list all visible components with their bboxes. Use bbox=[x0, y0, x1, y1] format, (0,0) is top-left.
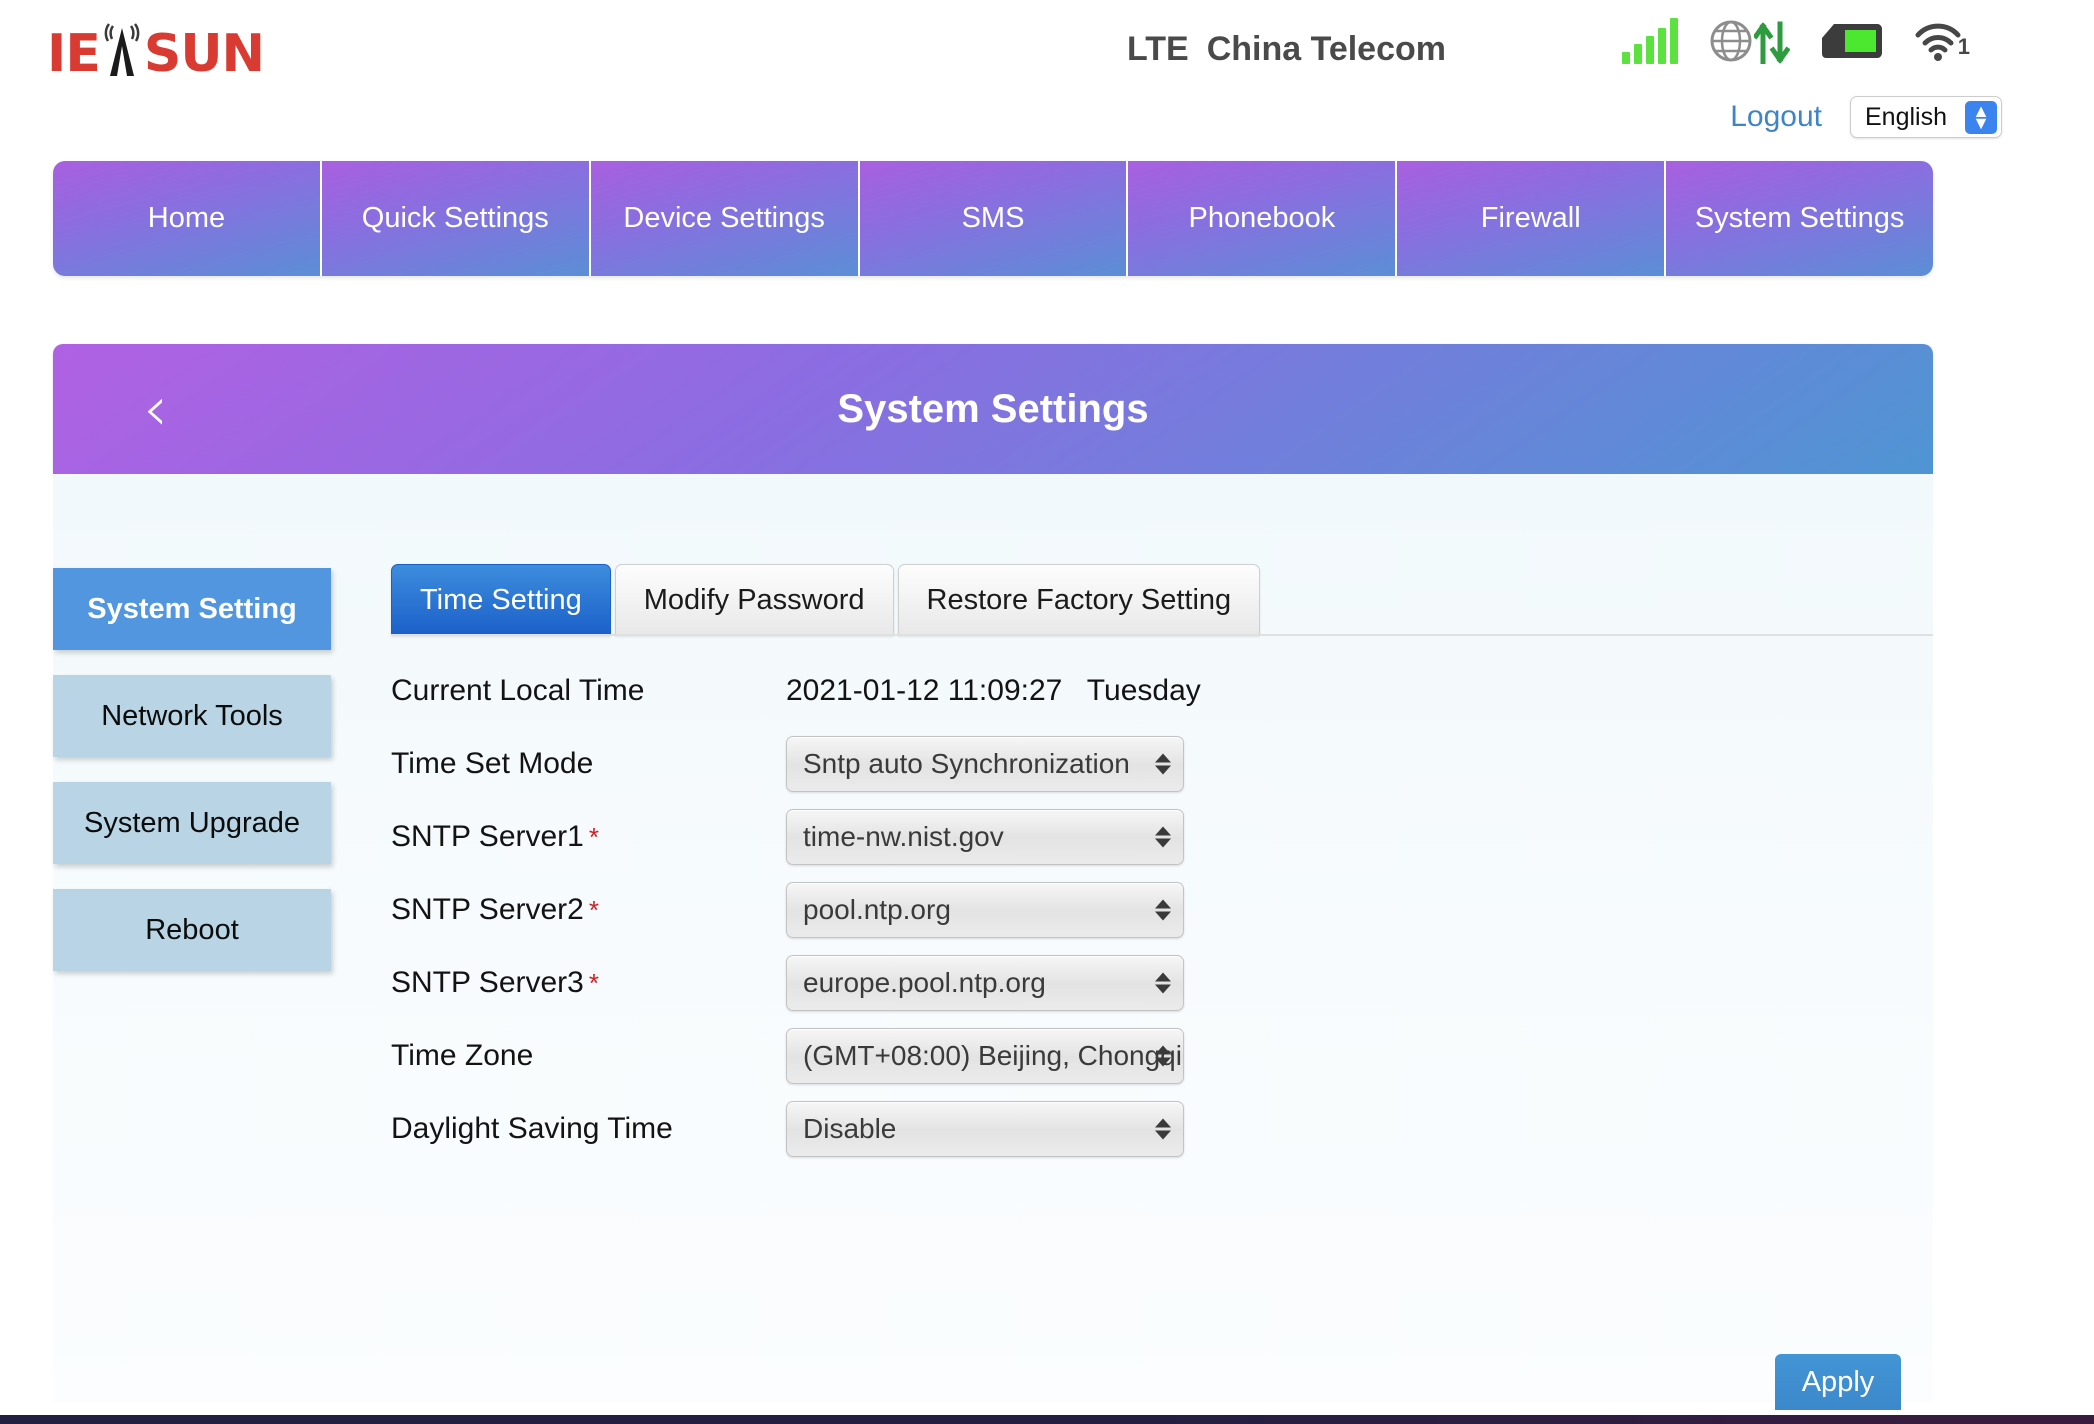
label-daylight-saving-time: Daylight Saving Time bbox=[391, 1111, 673, 1145]
label-sntp-server2: SNTP Server2 * bbox=[391, 893, 786, 927]
chevron-updown-icon bbox=[1155, 899, 1171, 920]
top-status-bar: IE SUN LTE China Telecom 1 Logout Englis… bbox=[0, 0, 2094, 148]
nav-item-firewall[interactable]: Firewall bbox=[1397, 161, 1667, 276]
time-zone-value: (GMT+08:00) Beijing, Chongqing bbox=[803, 1039, 1184, 1071]
chevron-updown-icon bbox=[1155, 1045, 1171, 1066]
nav-item-system-settings[interactable]: System Settings bbox=[1666, 161, 1933, 276]
tab-time-setting[interactable]: Time Setting bbox=[391, 564, 611, 636]
label-sntp-server1-text: SNTP Server1 bbox=[391, 819, 584, 853]
window-bottom-bar bbox=[0, 1415, 2094, 1424]
time-setting-form: Current Local Time 2021-01-12 11:09:27 T… bbox=[391, 654, 1891, 1165]
form-row-sntp-server1: SNTP Server1 * time-nw.nist.gov bbox=[391, 800, 1891, 873]
wifi-client-count: 1 bbox=[1957, 34, 1970, 59]
time-set-mode-select[interactable]: Sntp auto Synchronization bbox=[786, 735, 1184, 792]
required-marker: * bbox=[588, 967, 599, 998]
sntp-server3-value: europe.pool.ntp.org bbox=[803, 966, 1046, 998]
nav-item-sms[interactable]: SMS bbox=[859, 161, 1129, 276]
sntp-server3-select[interactable]: europe.pool.ntp.org bbox=[786, 954, 1184, 1011]
label-current-local-time: Current Local Time bbox=[391, 673, 645, 707]
nav-item-device-settings[interactable]: Device Settings bbox=[590, 161, 860, 276]
main-navigation: Home Quick Settings Device Settings SMS … bbox=[53, 161, 1933, 276]
form-row-sntp-server2: SNTP Server2 * pool.ntp.org bbox=[391, 873, 1891, 946]
page-header: ‹ System Settings bbox=[53, 344, 1933, 474]
logo-text-left: IE bbox=[47, 24, 101, 84]
chevron-updown-icon: ▲ ▼ bbox=[1965, 101, 1997, 134]
daylight-saving-time-value: Disable bbox=[803, 1112, 897, 1144]
status-icons: 1 bbox=[1621, 18, 1970, 64]
tab-restore-factory-setting[interactable]: Restore Factory Setting bbox=[897, 564, 1261, 636]
value-current-local-time: 2021-01-12 11:09:27 Tuesday bbox=[786, 673, 1201, 707]
sidebar-item-system-upgrade[interactable]: System Upgrade bbox=[53, 782, 331, 864]
apply-button[interactable]: Apply bbox=[1775, 1354, 1901, 1410]
language-select[interactable]: English ▲ ▼ bbox=[1850, 96, 2002, 138]
data-transfer-arrows-icon bbox=[1753, 21, 1790, 64]
sntp-server2-select[interactable]: pool.ntp.org bbox=[786, 881, 1184, 938]
sidebar-item-reboot[interactable]: Reboot bbox=[53, 889, 331, 971]
sntp-server1-select[interactable]: time-nw.nist.gov bbox=[786, 808, 1184, 865]
time-zone-select[interactable]: (GMT+08:00) Beijing, Chongqing bbox=[786, 1027, 1184, 1084]
label-sntp-server3-text: SNTP Server3 bbox=[391, 965, 584, 999]
label-sntp-server2-text: SNTP Server2 bbox=[391, 892, 584, 926]
chevron-updown-icon bbox=[1155, 753, 1171, 774]
wifi-icon: 1 bbox=[1914, 20, 1970, 62]
battery-icon bbox=[1820, 20, 1884, 62]
label-sntp-server3: SNTP Server3 * bbox=[391, 966, 786, 1000]
logo-text-right: SUN bbox=[143, 24, 265, 84]
carrier-info: LTE China Telecom bbox=[1127, 30, 1446, 69]
network-type-label: LTE bbox=[1126, 30, 1189, 68]
signal-strength-icon bbox=[1621, 18, 1678, 64]
sidebar-item-network-tools[interactable]: Network Tools bbox=[53, 675, 331, 757]
language-select-value: English bbox=[1865, 102, 1947, 131]
back-chevron-icon[interactable]: ‹ bbox=[143, 378, 168, 440]
page-title: System Settings bbox=[837, 386, 1149, 431]
chevron-updown-icon bbox=[1155, 972, 1171, 993]
nav-item-quick-settings[interactable]: Quick Settings bbox=[321, 161, 591, 276]
content-panel: System Setting Network Tools System Upgr… bbox=[53, 474, 1933, 1410]
sidebar-item-system-setting[interactable]: System Setting bbox=[53, 568, 331, 650]
form-row-daylight-saving-time: Daylight Saving Time Disable bbox=[391, 1092, 1891, 1165]
form-row-current-local-time: Current Local Time 2021-01-12 11:09:27 T… bbox=[391, 654, 1891, 727]
account-controls: Logout English ▲ ▼ bbox=[1730, 96, 2002, 138]
settings-tabs: Time Setting Modify Password Restore Fac… bbox=[391, 564, 1264, 636]
brand-logo: IE SUN bbox=[47, 18, 265, 84]
daylight-saving-time-select[interactable]: Disable bbox=[786, 1100, 1184, 1157]
settings-sidebar: System Setting Network Tools System Upgr… bbox=[53, 568, 338, 996]
tab-modify-password[interactable]: Modify Password bbox=[614, 564, 894, 636]
antenna-icon bbox=[100, 23, 144, 80]
label-time-set-mode: Time Set Mode bbox=[391, 746, 594, 780]
nav-item-home[interactable]: Home bbox=[53, 161, 322, 276]
time-set-mode-value: Sntp auto Synchronization bbox=[803, 747, 1130, 779]
tabs-divider bbox=[391, 634, 1933, 636]
status-right-group: LTE China Telecom 1 Logout English ▲ ▼ bbox=[1094, 0, 2094, 148]
internet-globe-icon bbox=[1708, 18, 1790, 64]
chevron-updown-icon bbox=[1155, 1118, 1171, 1139]
required-marker: * bbox=[588, 894, 599, 925]
sntp-server1-value: time-nw.nist.gov bbox=[803, 820, 1004, 852]
required-marker: * bbox=[588, 821, 599, 852]
label-sntp-server1: SNTP Server1 * bbox=[391, 820, 786, 854]
form-row-time-zone: Time Zone (GMT+08:00) Beijing, Chongqing bbox=[391, 1019, 1891, 1092]
sntp-server2-value: pool.ntp.org bbox=[803, 893, 951, 925]
chevron-updown-icon bbox=[1155, 826, 1171, 847]
carrier-label: China Telecom bbox=[1206, 30, 1446, 68]
nav-item-phonebook[interactable]: Phonebook bbox=[1128, 161, 1398, 276]
logout-link[interactable]: Logout bbox=[1730, 100, 1822, 134]
form-row-time-set-mode: Time Set Mode Sntp auto Synchronization bbox=[391, 727, 1891, 800]
label-time-zone: Time Zone bbox=[391, 1038, 534, 1072]
form-row-sntp-server3: SNTP Server3 * europe.pool.ntp.org bbox=[391, 946, 1891, 1019]
